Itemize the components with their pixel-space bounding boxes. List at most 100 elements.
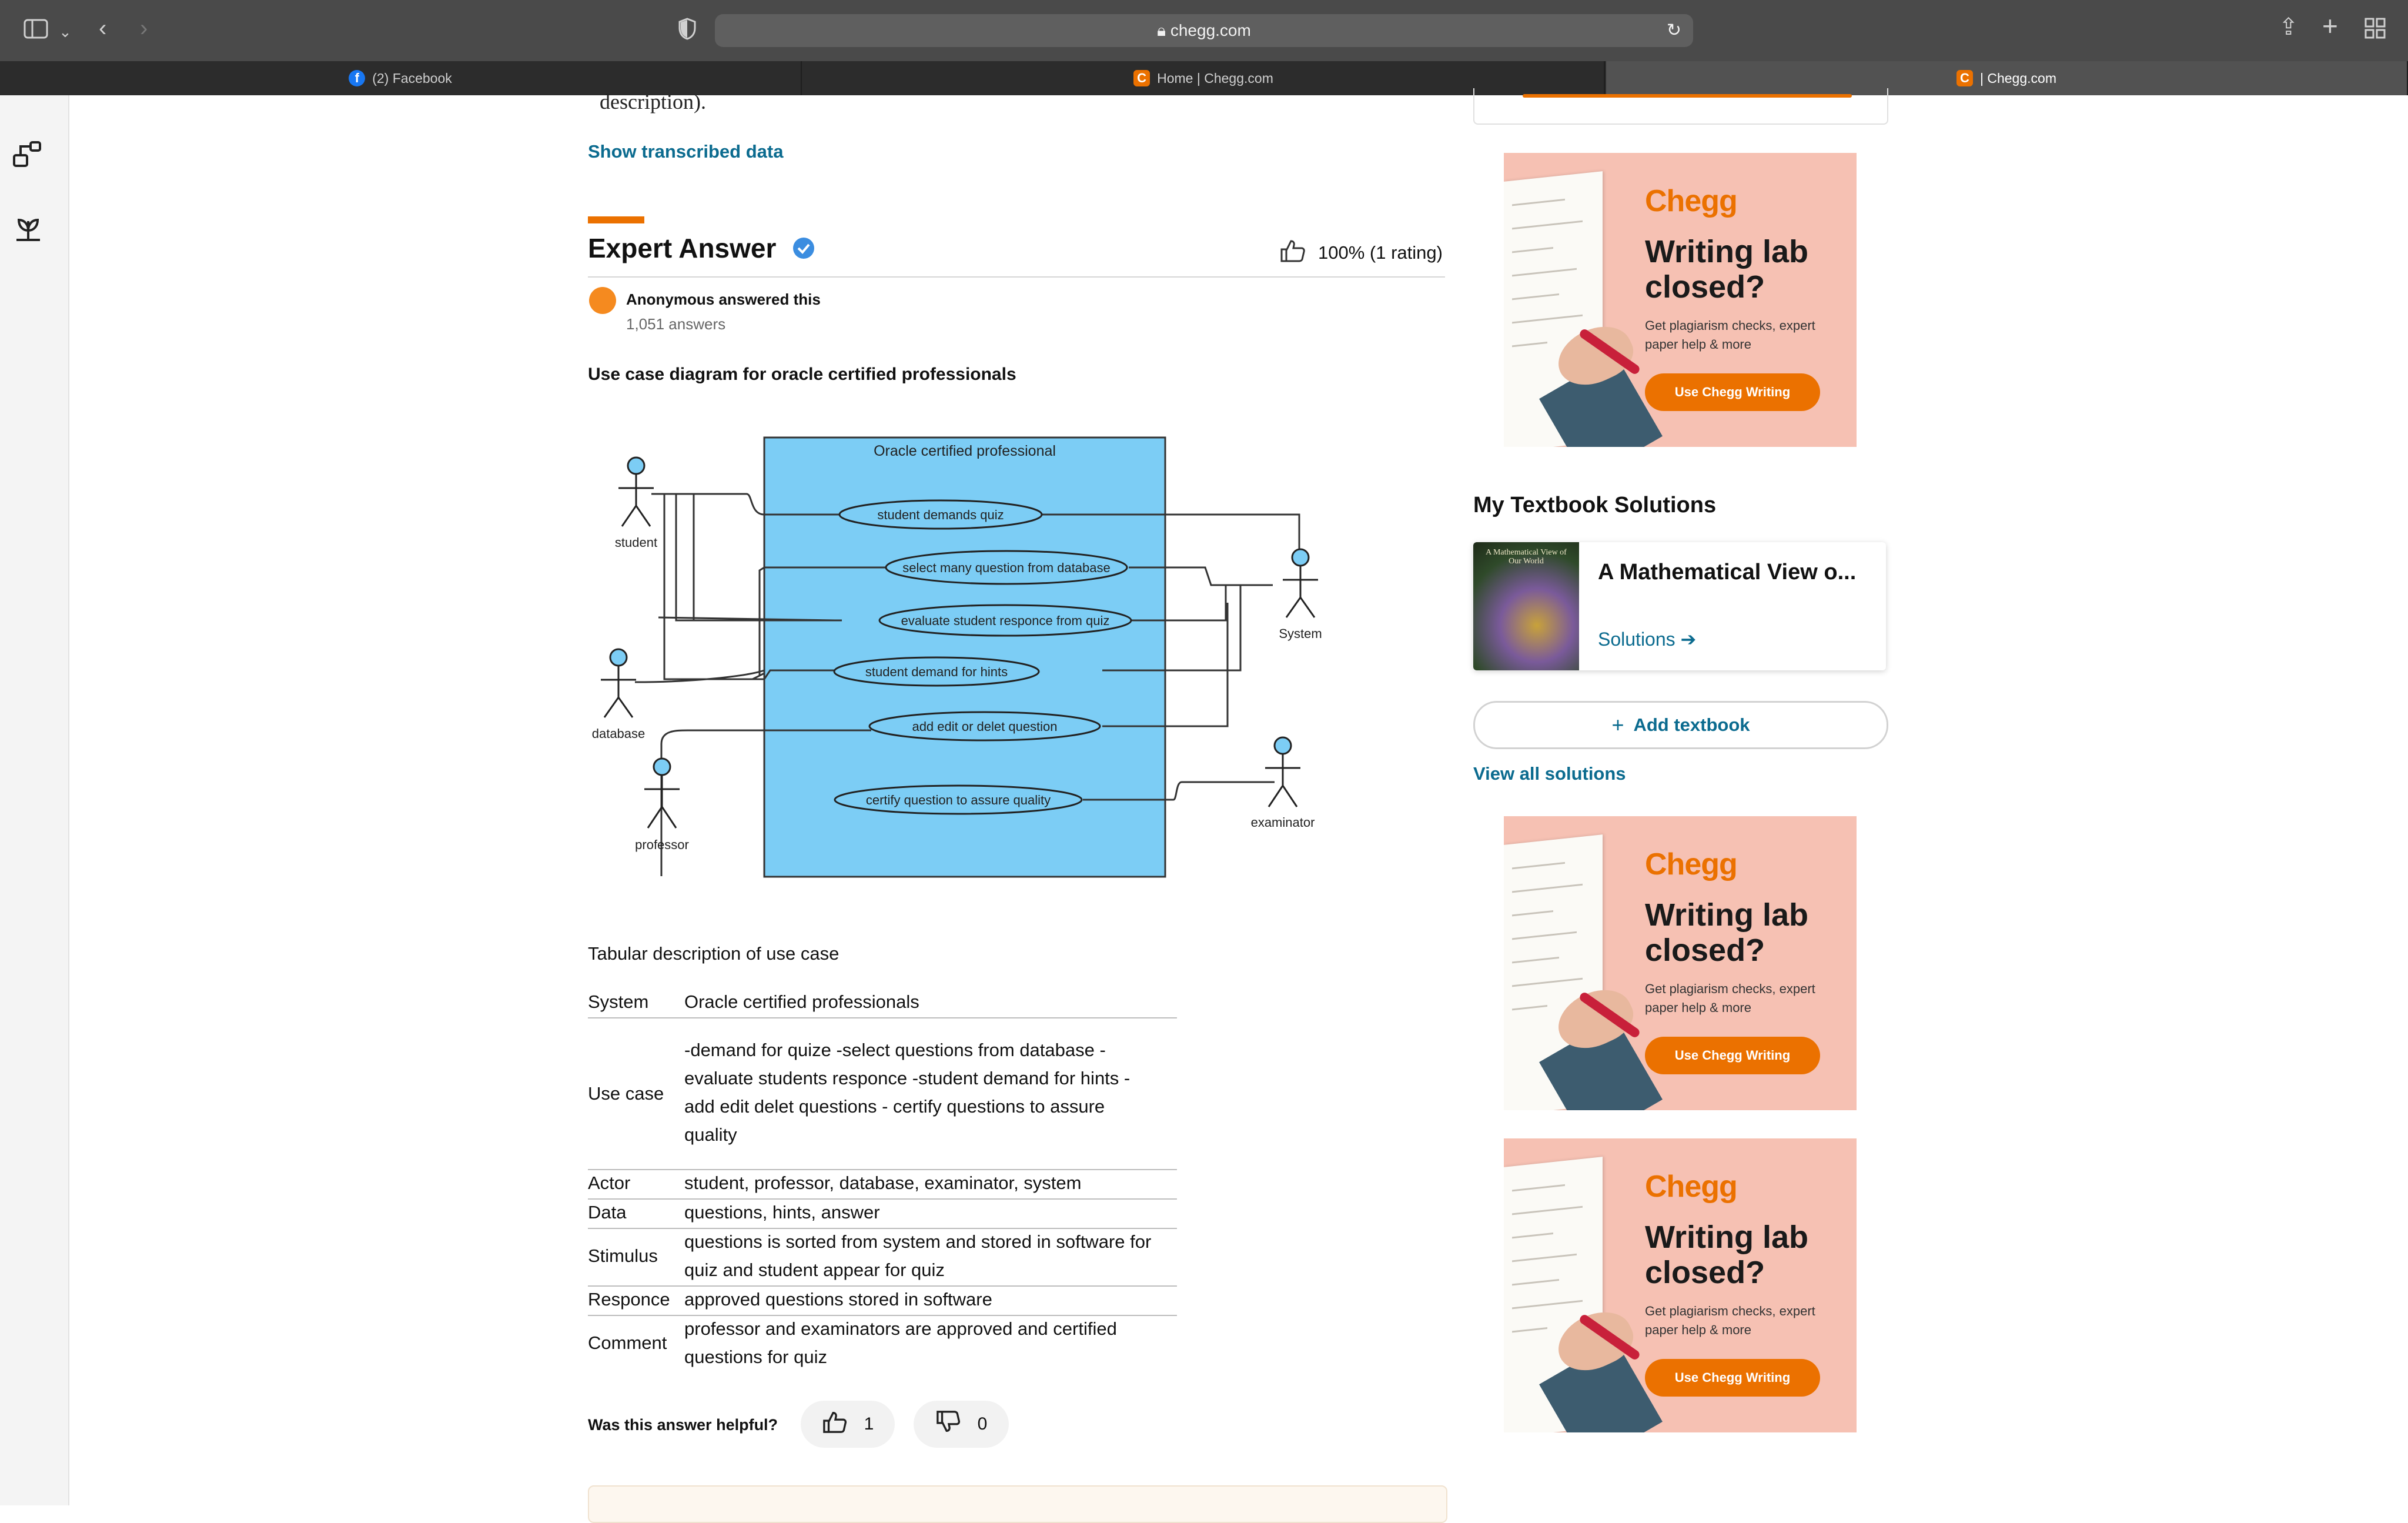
use-case-label: select many question from database	[902, 560, 1110, 575]
ad-brand: Chegg	[1645, 1170, 1738, 1204]
ad-banner[interactable]: Chegg Writing lab closed? Get plagiarism…	[1504, 1138, 1857, 1432]
dislike-button[interactable]: 0	[914, 1401, 1009, 1448]
ad-headline: Writing lab closed?	[1645, 1220, 1808, 1290]
feedback-question: Was this answer helpful?	[588, 1416, 778, 1434]
table-row-value: questions, hints, answer	[684, 1202, 880, 1223]
plus-icon: +	[1611, 713, 1624, 737]
expert-answer-title: Expert Answer	[588, 233, 777, 263]
rating: 100% (1 rating)	[1279, 238, 1443, 268]
solutions-link[interactable]: Solutions ➔	[1598, 628, 1696, 650]
sidebar-top-card-bar	[1523, 94, 1852, 98]
actor-label: student	[615, 535, 657, 550]
ad-banner[interactable]: Chegg Writing lab closed? Get plagiarism…	[1504, 153, 1857, 447]
use-case-label: student demands quiz	[877, 507, 1004, 522]
ad-headline: Writing lab closed?	[1645, 234, 1808, 305]
next-section-box	[588, 1485, 1447, 1523]
table-row-label: Comment	[588, 1332, 667, 1353]
table-row-value: Oracle certified professionals	[684, 991, 919, 1012]
answer-section-header: Expert Answer	[588, 232, 815, 266]
table-row-label: Use case	[588, 1083, 664, 1104]
ad-headline: Writing lab closed?	[1645, 897, 1808, 968]
lock-icon: 🔒︎	[1157, 21, 1170, 39]
ad-cta-button[interactable]: Use Chegg Writing	[1645, 373, 1820, 411]
tab-overview-icon[interactable]	[2364, 18, 2386, 43]
textbook-card[interactable]: A Mathematical View of Our World A Mathe…	[1473, 542, 1886, 670]
author-name: Anonymous answered this	[626, 290, 821, 308]
view-all-solutions-link[interactable]: View all solutions	[1473, 763, 1626, 784]
sidebar-toggle-icon[interactable]	[24, 18, 49, 45]
privacy-shield-icon[interactable]	[678, 18, 696, 44]
table-row-label: Data	[588, 1202, 627, 1223]
thumbs-up-icon[interactable]	[1279, 238, 1306, 268]
left-rail	[0, 95, 69, 1505]
table-row-value: student, professor, database, examinator…	[684, 1173, 1082, 1193]
dislike-count: 0	[977, 1414, 988, 1434]
header-divider	[588, 276, 1445, 278]
ad-cta-button[interactable]: Use Chegg Writing	[1645, 1037, 1820, 1074]
table-divider	[588, 1017, 1177, 1018]
table-row-value: professor and examinators are approved a…	[684, 1318, 1117, 1339]
actor-system	[1283, 548, 1318, 618]
use-case-label: add edit or delet question	[912, 719, 1057, 734]
table-row-value: questions for quiz	[684, 1347, 827, 1367]
rating-text: 100% (1 rating)	[1318, 242, 1443, 263]
use-case-diagram: Oracle certified professional student de…	[592, 436, 1322, 878]
tab-bar: f (2) Facebook C Home | Chegg.com C | Ch…	[0, 61, 2408, 95]
table-row-value: approved questions stored in software	[684, 1289, 992, 1310]
actor-label: professor	[635, 837, 689, 852]
author-avatar	[589, 287, 616, 314]
forward-icon[interactable]: ›	[140, 16, 148, 40]
table-row-value: quiz and student appear for quiz	[684, 1260, 945, 1280]
answer-accent-bar	[588, 216, 644, 223]
actor-student	[618, 456, 654, 527]
table-row-value: quality	[684, 1124, 737, 1145]
flowchart-icon[interactable]	[12, 138, 45, 173]
actor-label: database	[592, 726, 646, 741]
ad-brand: Chegg	[1645, 184, 1738, 218]
book-title: A Mathematical View o...	[1598, 560, 1857, 585]
ad-subtext: Get plagiarism checks, expert paper help…	[1645, 981, 1815, 1015]
tab-label: | Chegg.com	[1980, 70, 2056, 86]
share-icon[interactable]: ⇪	[2279, 15, 2299, 39]
actor-database	[601, 648, 636, 718]
ad-banner[interactable]: Chegg Writing lab closed? Get plagiarism…	[1504, 816, 1857, 1110]
table-row-label: System	[588, 991, 649, 1012]
use-case-label: certify question to assure quality	[866, 793, 1051, 807]
actor-examinator	[1265, 736, 1300, 807]
url-bar[interactable]: 🔒︎ chegg.com ↻	[715, 14, 1693, 47]
like-button[interactable]: 1	[801, 1401, 895, 1448]
ad-cta-button[interactable]: Use Chegg Writing	[1645, 1359, 1820, 1397]
actor-label: examinator	[1251, 815, 1315, 830]
table-row-label: Responce	[588, 1289, 670, 1310]
tab-label: Home | Chegg.com	[1157, 70, 1273, 86]
use-case-label: evaluate student responce from quiz	[901, 613, 1110, 628]
ad-subtext: Get plagiarism checks, expert paper help…	[1645, 1304, 1815, 1337]
sidebar-top-card	[1473, 88, 1888, 125]
like-count: 1	[864, 1414, 874, 1434]
chegg-icon: C	[1956, 70, 1973, 86]
browser-toolbar: ⌄ ‹ › 🔒︎ chegg.com ↻ ⇪ +	[0, 0, 2408, 61]
chegg-icon: C	[1133, 70, 1151, 86]
ad-subtext: Get plagiarism checks, expert paper help…	[1645, 318, 1815, 352]
add-textbook-button[interactable]: + Add textbook	[1473, 701, 1888, 749]
add-textbook-label: Add textbook	[1633, 714, 1750, 735]
book-cover: A Mathematical View of Our World	[1473, 542, 1579, 670]
show-transcribed-link[interactable]: Show transcribed data	[588, 141, 783, 162]
author-answers-count: 1,051 answers	[626, 315, 726, 333]
table-divider	[588, 1198, 1177, 1200]
chevron-down-icon[interactable]: ⌄	[59, 20, 72, 44]
table-row-value: -demand for quize -select questions from…	[684, 1040, 1106, 1060]
table-row-label: Stimulus	[588, 1245, 658, 1266]
actor-label: System	[1279, 626, 1322, 641]
table-row-value: evaluate students responce -student dema…	[684, 1068, 1131, 1088]
verified-icon	[792, 235, 815, 266]
facebook-icon: f	[349, 70, 366, 86]
back-icon[interactable]: ‹	[99, 16, 106, 40]
use-case-label: student demand for hints	[865, 664, 1008, 679]
reload-icon[interactable]: ↻	[1667, 14, 1681, 47]
table-row-value: questions is sorted from system and stor…	[684, 1231, 1152, 1252]
question-description-tail: description).	[600, 90, 706, 113]
plant-icon[interactable]	[12, 211, 45, 246]
table-row-label: Actor	[588, 1173, 631, 1193]
new-tab-icon[interactable]: +	[2322, 12, 2338, 39]
